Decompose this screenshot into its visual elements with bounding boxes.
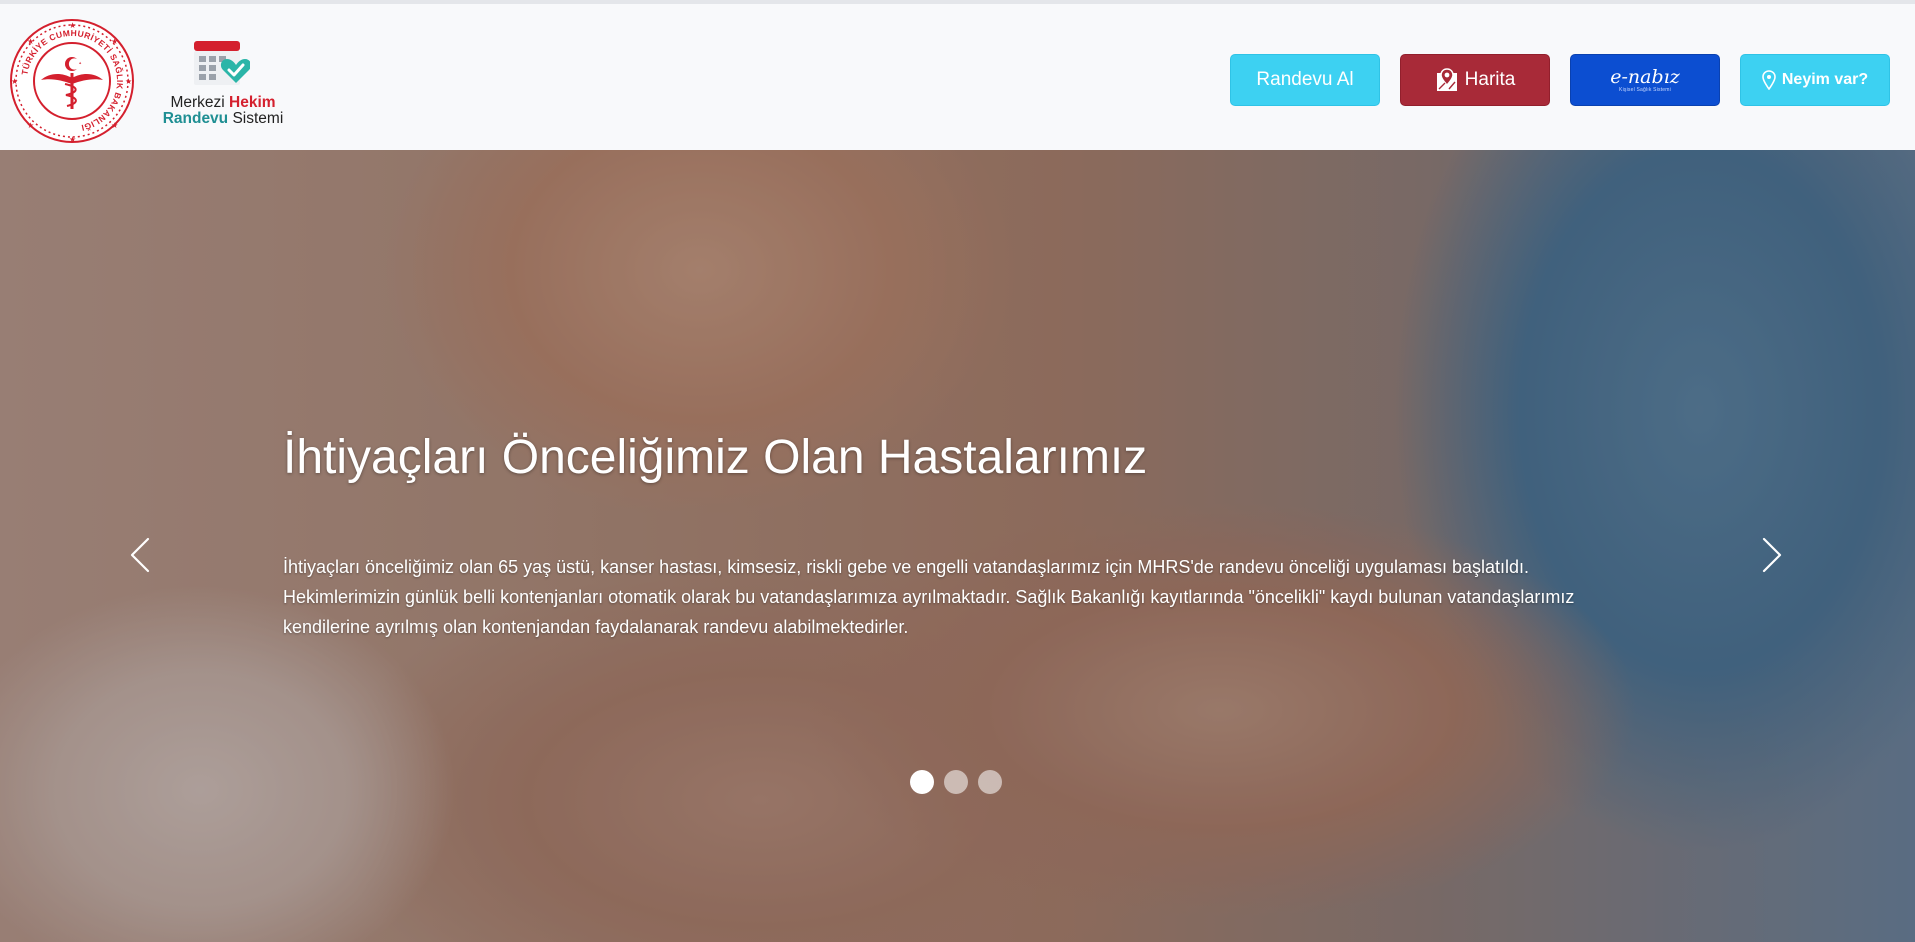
chevron-left-icon[interactable] [120,525,160,585]
neyim-var-label: Neyim var? [1781,71,1869,88]
enabiz-button[interactable]: e-nabız Kişisel Sağlık Sistemi [1570,54,1720,106]
ministry-seal-logo[interactable]: TÜRKİYE CUMHURİYETİ SAĞLIK BAKANLIĞI ★★ … [9,18,135,144]
brand-word-merkezi: Merkezi [170,94,225,111]
slide-description: İhtiyaçları önceliğimiz olan 65 yaş üstü… [283,557,1575,637]
hero-image-overlay [0,150,1915,942]
svg-text:★: ★ [125,77,132,86]
svg-text:★: ★ [11,77,18,86]
brand-line-2: Randevu Sistemi [158,110,288,127]
harita-button[interactable]: Harita [1400,54,1550,106]
svg-text:★: ★ [27,37,34,46]
site-header: TÜRKİYE CUMHURİYETİ SAĞLIK BAKANLIĞI ★ ★ … [0,0,1915,150]
carousel-dot-1[interactable] [910,770,934,794]
enabiz-label: e-nabız [1610,65,1680,88]
brand-word-randevu: Randevu [162,110,229,127]
mhrs-brand-logo[interactable]: Merkezi Hekim Randevu Sistemi [158,39,288,129]
slide-title: İhtiyaçları Önceliğimiz Olan Hastalarımı… [283,431,1148,484]
svg-text:★: ★ [27,121,34,130]
calendar-heart-icon [194,41,250,85]
brand-line-1: Merkezi Hekim [158,94,288,111]
chevron-right-icon[interactable] [1752,525,1792,585]
svg-text:★: ★ [111,37,118,46]
randevu-al-label: Randevu Al [1256,69,1354,90]
enabiz-sublabel: Kişisel Sağlık Sistemi [1619,86,1671,93]
question-pin-icon [1762,70,1776,90]
svg-text:★: ★ [69,135,76,144]
svg-text:★: ★ [111,121,118,130]
carousel-indicators [910,770,1002,794]
svg-text:★: ★ [69,21,76,30]
brand-word-sistemi: Sistemi [232,110,284,127]
brand-word-hekim: Hekim [229,94,276,111]
map-pin-icon [1436,68,1457,91]
hero-carousel: İhtiyaçları Önceliğimiz Olan Hastalarımı… [0,150,1915,942]
carousel-dot-2[interactable] [944,770,968,794]
neyim-var-button[interactable]: Neyim var? [1740,54,1890,106]
harita-label: Harita [1464,69,1516,90]
enabiz-logo: e-nabız Kişisel Sağlık Sistemi [1610,65,1680,93]
carousel-dot-3[interactable] [978,770,1002,794]
randevu-al-button[interactable]: Randevu Al [1230,54,1380,106]
